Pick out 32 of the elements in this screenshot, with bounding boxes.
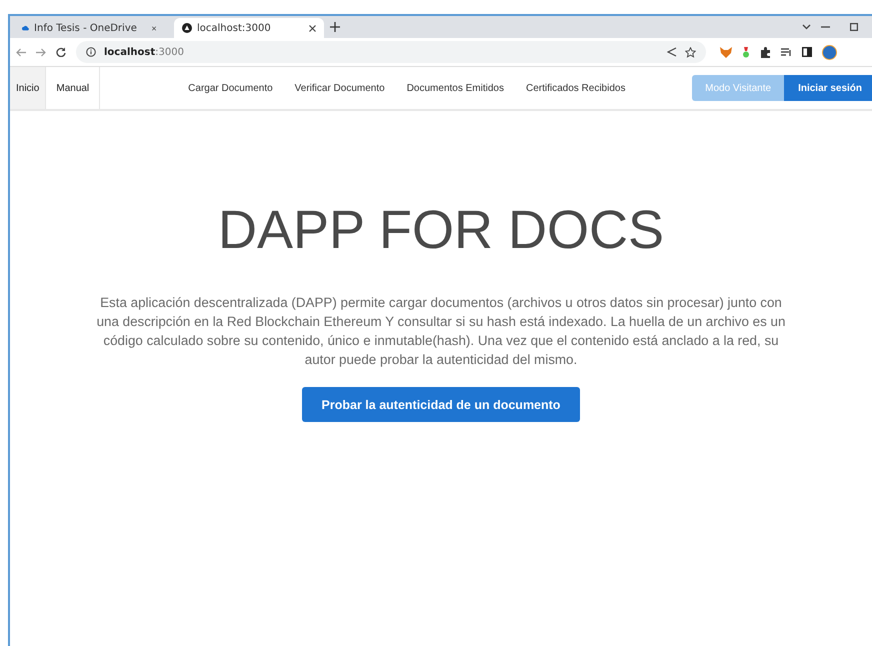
playlist-icon[interactable] [781,48,792,56]
nav-link[interactable]: Certificados Recibidos [516,76,636,100]
back-icon[interactable] [16,48,26,56]
site-icon [182,23,192,33]
chevron-down-icon[interactable] [802,24,811,30]
nav-link[interactable]: Verificar Documento [284,76,395,100]
side-panel-icon[interactable] [802,47,812,57]
reload-icon[interactable] [56,47,66,57]
minimize-icon[interactable] [821,26,830,28]
close-icon[interactable] [152,24,156,32]
nav-item[interactable]: Inicio [10,67,46,109]
star-icon[interactable] [685,46,696,58]
address-field[interactable]: localhost:3000 [76,41,706,63]
share-icon[interactable] [667,47,677,57]
login-button[interactable]: Iniciar sesión [784,75,872,101]
browser-tab[interactable]: localhost:3000 [174,18,324,38]
cta-button[interactable]: Probar la autenticidad de un documento [302,387,580,422]
profile-avatar[interactable] [822,44,837,60]
nav-link[interactable]: Cargar Documento [178,76,283,100]
maximize-icon[interactable] [850,23,858,31]
nav-link[interactable]: Documentos Emitidos [396,76,514,100]
fox-icon[interactable] [720,46,732,58]
close-icon[interactable] [309,24,316,32]
hero-title: DAPP FOR DOCS [218,199,664,261]
medal-icon[interactable] [742,46,750,58]
new-tab-icon[interactable] [330,22,340,32]
hero-description: Esta aplicación descentralizada (DAPP) permite cargar documentos (archivos u otros datos sin procesar) junto con una descripción en la Red Blockchain Ethereum Y consultar si su hash está indexado. La huella de un archivo es un código calculado sobre su contenido, único e inmutable(hash). Una vez que el contenido está anclado a la red, su autor puede probar la autenticidad del mismo. [96,294,786,369]
browser-tab[interactable]: Info Tesis - OneDrive [14,18,164,38]
forward-icon[interactable] [36,48,46,56]
cloud-icon [22,24,30,32]
info-icon [86,47,96,57]
puzzle-icon[interactable] [760,46,771,58]
